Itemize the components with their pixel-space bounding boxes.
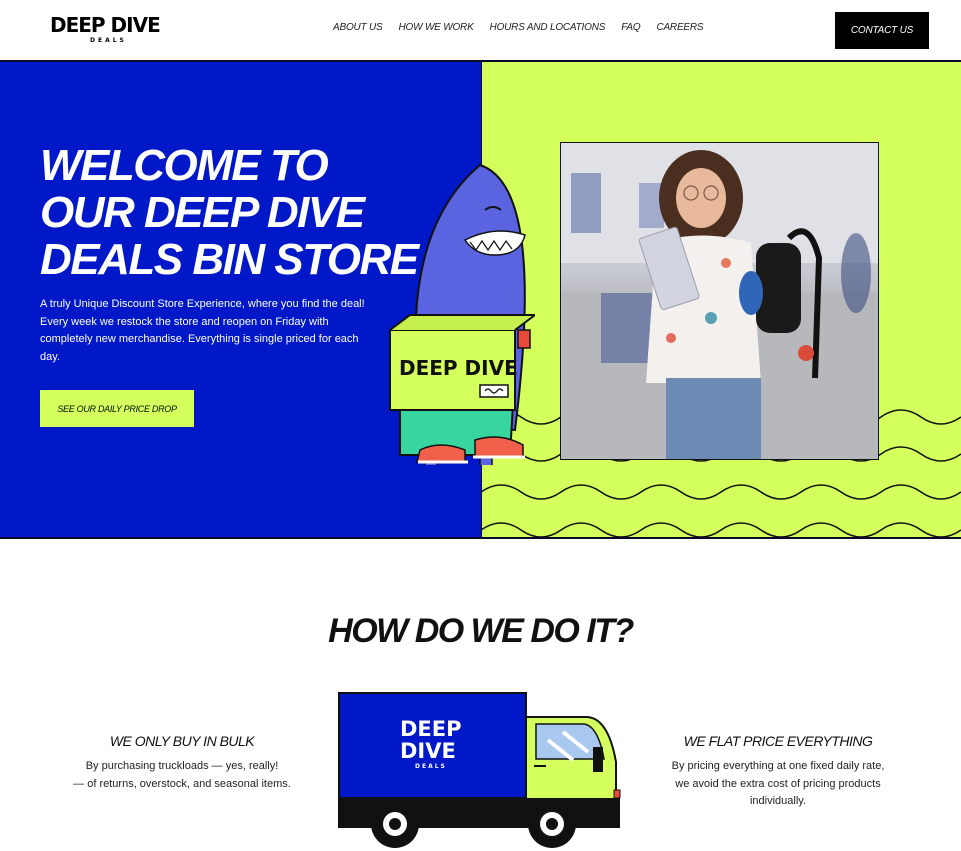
hero-description: A truly Unique Discount Store Experience… — [40, 298, 365, 363]
nav-about-us[interactable]: ABOUT US — [333, 22, 383, 33]
hero-title-line: WELCOME TO — [40, 141, 329, 190]
hero-title-line: DEALS BIN STORE — [40, 235, 419, 284]
nav-careers[interactable]: CAREERS — [656, 22, 703, 33]
bulk-buying-column: WE ONLY BUY IN BULK By purchasing truckl… — [52, 733, 312, 793]
hero-title: WELCOME TO OUR DEEP DIVE DEALS BIN STORE — [40, 141, 419, 284]
logo-wordmark: DEEP DIVE — [50, 13, 161, 37]
hero-title-line: OUR DEEP DIVE — [40, 188, 365, 237]
main-nav: ABOUT US HOW WE WORK HOURS AND LOCATIONS… — [333, 22, 719, 33]
daily-price-drop-button[interactable]: SEE OUR DAILY PRICE DROP — [40, 390, 194, 427]
nav-how-we-work[interactable]: HOW WE WORK — [399, 22, 474, 33]
truck-logo-line: DEEP — [400, 717, 462, 741]
how-section-title: HOW DO WE DO IT? — [328, 612, 634, 650]
box-logo-text: DEEP DIVE — [399, 356, 518, 380]
truck-logo-line: DIVE — [400, 739, 456, 763]
nav-hours-locations[interactable]: HOURS AND LOCATIONS — [490, 22, 606, 33]
nav-faq[interactable]: FAQ — [621, 22, 640, 33]
flat-price-description-line: individually. — [749, 795, 807, 807]
site-logo[interactable]: DEEP DIVE DEALS — [50, 14, 170, 48]
bulk-description-line: By purchasing truckloads — yes, really! — [85, 760, 279, 772]
bulk-description-line: — of returns, overstock, and seasonal it… — [73, 777, 291, 790]
shark-shoes-illustration — [416, 436, 525, 464]
bulk-heading: WE ONLY BUY IN BULK — [109, 733, 255, 749]
site-header: DEEP DIVE DEALS ABOUT US HOW WE WORK HOU… — [0, 0, 961, 60]
delivery-truck-illustration: DEEP DIVE DEALS — [338, 692, 621, 848]
flat-price-description-line: we avoid the extra cost of pricing produ… — [675, 777, 881, 790]
logo-subtext: DEALS — [90, 37, 127, 44]
truck-logo-line: DEALS — [415, 763, 447, 770]
hero-section: WELCOME TO OUR DEEP DIVE DEALS BIN STORE… — [0, 60, 961, 539]
employee-photo — [560, 142, 879, 460]
flat-price-heading: WE FLAT PRICE EVERYTHING — [683, 733, 873, 749]
shark-mascot-illustration: DEEP DIVE — [389, 163, 535, 465]
contact-us-button[interactable]: CONTACT US — [835, 12, 929, 49]
flat-price-description-line: By pricing everything at one fixed daily… — [671, 760, 885, 772]
flat-price-column: WE FLAT PRICE EVERYTHING By pricing ever… — [648, 733, 908, 811]
